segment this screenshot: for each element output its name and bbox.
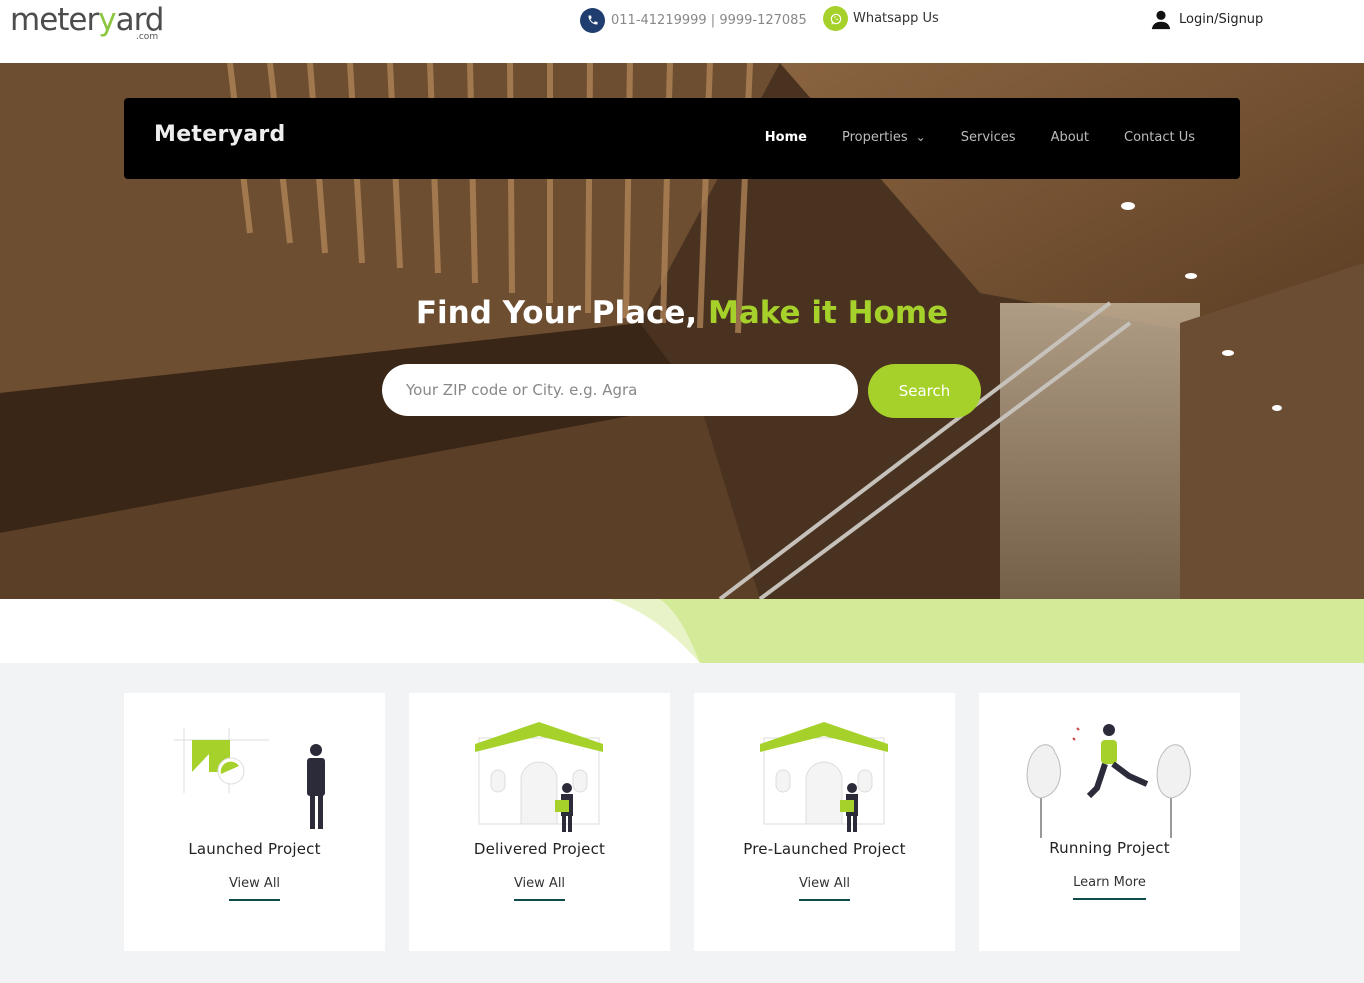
businessman-illustration-icon: [174, 728, 325, 829]
learn-more-link[interactable]: Learn More: [979, 875, 1240, 900]
whatsapp-label: Whatsapp Us: [853, 11, 939, 26]
site-logo[interactable]: meteryard .com: [10, 2, 170, 46]
phone-icon: [580, 7, 605, 33]
card-title: Pre-Launched Project: [743, 840, 906, 858]
link-label: View All: [228, 876, 281, 901]
hero-headline: Find Your Place, Make it Home: [0, 295, 1364, 331]
nav-item-home[interactable]: Home: [765, 130, 807, 145]
card-title: Running Project: [1049, 839, 1170, 857]
running-person-illustration-icon: [1026, 724, 1191, 838]
logo-domain: .com: [136, 32, 159, 42]
user-icon: [1151, 10, 1171, 30]
card-title: Launched Project: [188, 840, 321, 858]
whatsapp-link[interactable]: Whatsapp Us: [823, 6, 939, 31]
nav-item-contact[interactable]: Contact Us: [1124, 130, 1195, 145]
house-delivery-illustration-icon: [475, 722, 603, 832]
search-button[interactable]: Search: [868, 364, 981, 418]
link-label: View All: [798, 876, 851, 901]
view-all-link[interactable]: View All: [409, 876, 670, 901]
view-all-link[interactable]: View All: [694, 876, 955, 901]
phone-numbers: 011-41219999 | 9999-127085: [611, 12, 807, 28]
card-title: Delivered Project: [473, 840, 606, 858]
top-bar: meteryard .com 011-41219999 | 9999-12708…: [0, 0, 1364, 63]
phone-contact[interactable]: 011-41219999 | 9999-127085: [580, 7, 807, 33]
nav-menu: Home Properties Services About Contact U…: [765, 130, 1195, 145]
nav-item-services[interactable]: Services: [961, 130, 1016, 145]
section-wave-decoration: [0, 599, 1364, 663]
nav-item-about[interactable]: About: [1051, 130, 1089, 145]
whatsapp-icon: [823, 6, 848, 31]
login-signup-link[interactable]: Login/Signup: [1150, 8, 1263, 30]
nav-item-properties[interactable]: Properties: [842, 130, 926, 145]
card-delivered-project[interactable]: Delivered Project View All: [409, 693, 670, 951]
location-search-input[interactable]: Your ZIP code or City. e.g. Agra: [382, 364, 858, 416]
link-label: Learn More: [1073, 875, 1146, 900]
headline-part1: Find Your Place,: [415, 295, 708, 331]
headline-accent: Make it Home: [707, 295, 949, 331]
card-launched-project[interactable]: Launched Project View All: [124, 693, 385, 951]
view-all-link[interactable]: View All: [124, 876, 385, 901]
link-label: View All: [513, 876, 566, 901]
hero-section: Meteryard Home Properties Services About…: [0, 63, 1364, 599]
nav-brand[interactable]: Meteryard: [154, 122, 286, 147]
card-running-project[interactable]: Running Project Learn More: [979, 693, 1240, 951]
house-delivery-illustration-icon: [760, 722, 888, 832]
card-pre-launched-project[interactable]: Pre-Launched Project View All: [694, 693, 955, 951]
login-label: Login/Signup: [1179, 11, 1264, 27]
main-navbar: Meteryard Home Properties Services About…: [124, 98, 1240, 179]
